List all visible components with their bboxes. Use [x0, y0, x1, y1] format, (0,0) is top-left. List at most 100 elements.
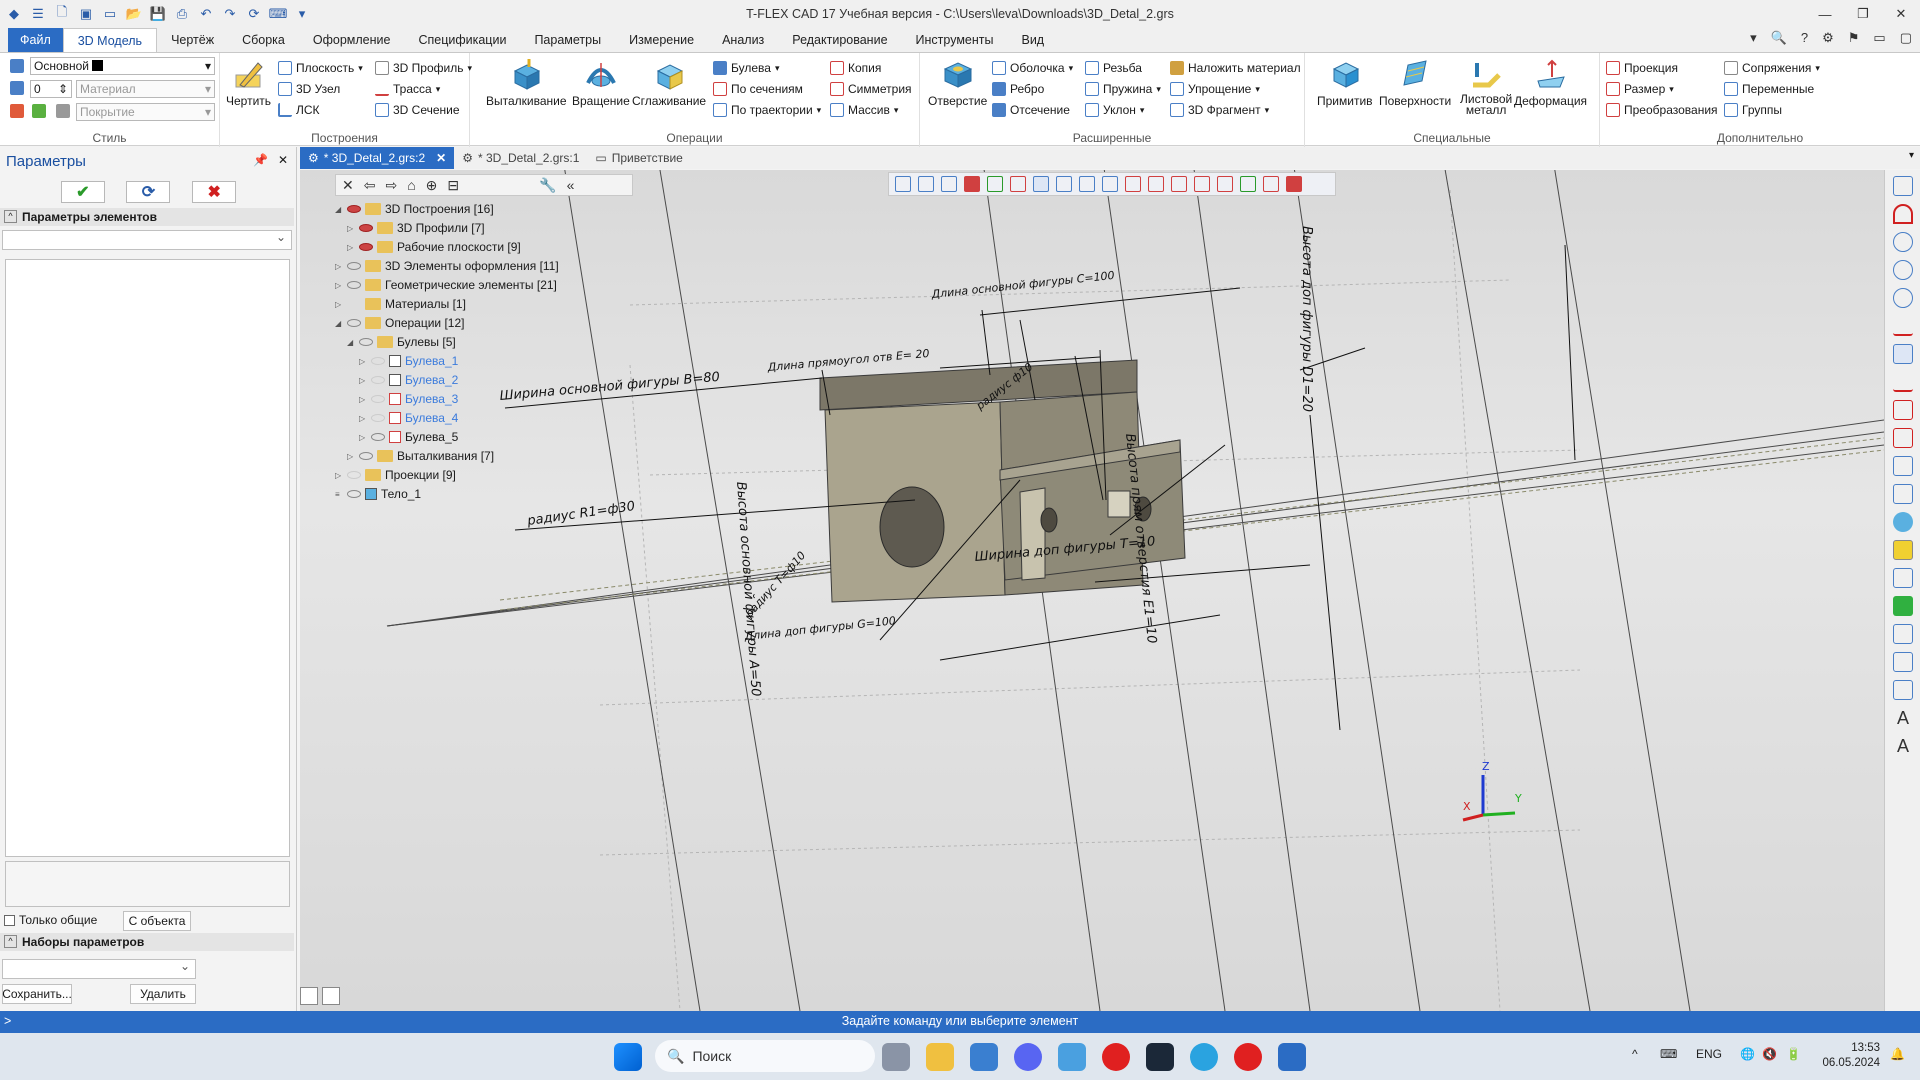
visibility-icon[interactable] — [371, 395, 385, 403]
material-combo[interactable]: Материал ▾ — [76, 80, 215, 98]
tree-item[interactable]: ▷ 3D Профили [7] — [347, 219, 485, 237]
surfaces-button[interactable]: Поверхности — [1379, 57, 1451, 108]
tab-parameters[interactable]: Параметры — [520, 28, 615, 52]
tabs-dropdown-icon[interactable]: ▾ — [1909, 150, 1914, 161]
element-params-combo[interactable] — [2, 230, 292, 250]
rotate-button[interactable]: Вращение — [572, 57, 630, 108]
visibility-icon[interactable] — [359, 452, 373, 460]
pin-icon[interactable]: 📌 — [253, 153, 268, 167]
coating-combo[interactable]: Покрытие ▾ — [76, 103, 215, 121]
print-icon[interactable]: ⎙ — [172, 4, 192, 24]
panel-icon[interactable]: ▭ — [1873, 30, 1885, 46]
visibility-icon[interactable] — [359, 243, 373, 251]
close-icon[interactable]: ✕ — [1882, 0, 1920, 28]
check-geometry-icon[interactable] — [1893, 428, 1913, 448]
explorer-icon[interactable] — [926, 1043, 954, 1071]
sphere-icon[interactable] — [1893, 512, 1913, 532]
expand-icon[interactable]: ▷ — [335, 300, 343, 309]
visibility-icon[interactable] — [359, 338, 373, 346]
cancel-button[interactable]: ✖ — [192, 181, 237, 203]
slot-face[interactable] — [1019, 487, 1046, 581]
tree-item[interactable]: ≡ Тело_1 — [335, 485, 421, 503]
visibility-icon[interactable] — [347, 300, 361, 308]
visibility-icon[interactable] — [347, 490, 361, 498]
primitive-button[interactable]: Примитив — [1317, 57, 1373, 108]
telegram-icon[interactable] — [1190, 1043, 1218, 1071]
tab-analysis[interactable]: Анализ — [708, 28, 778, 52]
profile3d-button[interactable]: 3D Профиль ▾ — [375, 59, 472, 77]
menu-icon[interactable]: ☰ — [28, 4, 48, 24]
color-filter-icon[interactable] — [964, 176, 980, 192]
expand-icon[interactable]: ▷ — [347, 224, 355, 233]
camera-icon[interactable] — [1893, 624, 1913, 644]
visibility-icon[interactable] — [347, 205, 361, 213]
expand-icon[interactable]: ▷ — [359, 376, 367, 385]
cube-icon[interactable] — [1893, 484, 1913, 504]
flag-icon[interactable]: ⚑ — [1848, 30, 1860, 46]
render-icon[interactable] — [1286, 176, 1302, 192]
loft-button[interactable]: Сглаживание — [632, 57, 706, 108]
texture-icon[interactable] — [32, 104, 46, 118]
settings-icon[interactable]: ⚙ — [1822, 30, 1834, 46]
expand-icon[interactable]: ▷ — [359, 395, 367, 404]
magnet-icon[interactable] — [1893, 204, 1913, 224]
new-file-icon[interactable]: 🗋 — [52, 4, 72, 24]
array-button[interactable]: Массив ▾ — [830, 101, 898, 119]
tree-item[interactable]: ◢ 3D Построения [16] — [335, 200, 494, 218]
tab-measurement[interactable]: Измерение — [615, 28, 708, 52]
apply-material-button[interactable]: Наложить материал — [1170, 59, 1301, 77]
projection-button[interactable]: Проекция — [1606, 59, 1678, 77]
save-button[interactable]: Сохранить... — [2, 984, 72, 1004]
steam-icon[interactable] — [1146, 1043, 1174, 1071]
node3d-button[interactable]: 3D Узел — [278, 80, 340, 98]
visibility-icon[interactable] — [371, 357, 385, 365]
view-side-icon[interactable] — [1194, 176, 1210, 192]
collapse-tree-icon[interactable]: « — [567, 177, 575, 193]
doc-tab-welcome[interactable]: ▭ Приветствие — [587, 147, 690, 169]
refresh-button[interactable]: ⟳ — [126, 181, 171, 203]
tab-3d-model[interactable]: 3D Модель — [62, 28, 158, 52]
param-sets-combo[interactable] — [2, 959, 196, 979]
view-front-icon[interactable] — [1125, 176, 1141, 192]
battery-icon[interactable]: 🔋 — [1786, 1047, 1801, 1061]
network-icon[interactable]: 🌐 — [1740, 1047, 1755, 1061]
lcs-button[interactable]: ЛСК — [278, 101, 320, 119]
yandex-icon[interactable] — [1102, 1043, 1130, 1071]
start-icon[interactable] — [614, 1043, 642, 1071]
uncheck-icon[interactable] — [1010, 176, 1026, 192]
snap-edge-icon[interactable] — [1102, 176, 1118, 192]
visibility-icon[interactable] — [371, 414, 385, 422]
hole-button[interactable]: Отверстие — [928, 57, 987, 108]
filter-view-icon[interactable] — [895, 176, 911, 192]
delete-button[interactable]: Удалить — [130, 984, 196, 1004]
fragment3d-button[interactable]: 3D Фрагмент ▾ — [1170, 101, 1269, 119]
tab-close-icon[interactable]: ✕ — [436, 151, 446, 165]
shapes-icon[interactable] — [1240, 176, 1256, 192]
expand-icon[interactable]: ◢ — [347, 338, 355, 347]
store-icon[interactable] — [970, 1043, 998, 1071]
tree-item[interactable]: ▷ Рабочие плоскости [9] — [347, 238, 521, 256]
visibility-icon[interactable] — [371, 433, 385, 441]
wrench-icon[interactable]: 🔧 — [539, 177, 556, 194]
expand-icon[interactable]: ▷ — [359, 414, 367, 423]
tab-tools[interactable]: Инструменты — [902, 28, 1008, 52]
zoom-all-icon[interactable] — [1893, 260, 1913, 280]
task-view-icon[interactable] — [882, 1043, 910, 1071]
tab-assembly[interactable]: Сборка — [228, 28, 299, 52]
section-param-sets[interactable]: ^ Наборы параметров — [0, 933, 294, 951]
tree-item[interactable]: ▷ Проекции [9] — [335, 466, 456, 484]
layers-icon[interactable] — [1893, 652, 1913, 672]
maximize-icon[interactable]: ❐ — [1844, 0, 1882, 28]
open-folder-icon[interactable]: 📂 — [124, 4, 144, 24]
expand-icon[interactable]: ▷ — [335, 281, 343, 290]
window-icon[interactable]: ▢ — [1900, 30, 1912, 46]
visibility-icon[interactable] — [347, 319, 361, 327]
expand-icon[interactable]: ▷ — [347, 243, 355, 252]
tree-item[interactable]: ▷ Булева_4 — [359, 409, 458, 427]
tab-view[interactable]: Вид — [1007, 28, 1058, 52]
main-hole[interactable] — [879, 486, 945, 568]
expand-icon[interactable]: ≡ — [335, 490, 343, 499]
language-indicator[interactable]: ENG — [1696, 1047, 1722, 1061]
view-mode-icon[interactable] — [1893, 344, 1913, 364]
clock[interactable]: 13:53 06.05.2024 — [1822, 1041, 1880, 1071]
